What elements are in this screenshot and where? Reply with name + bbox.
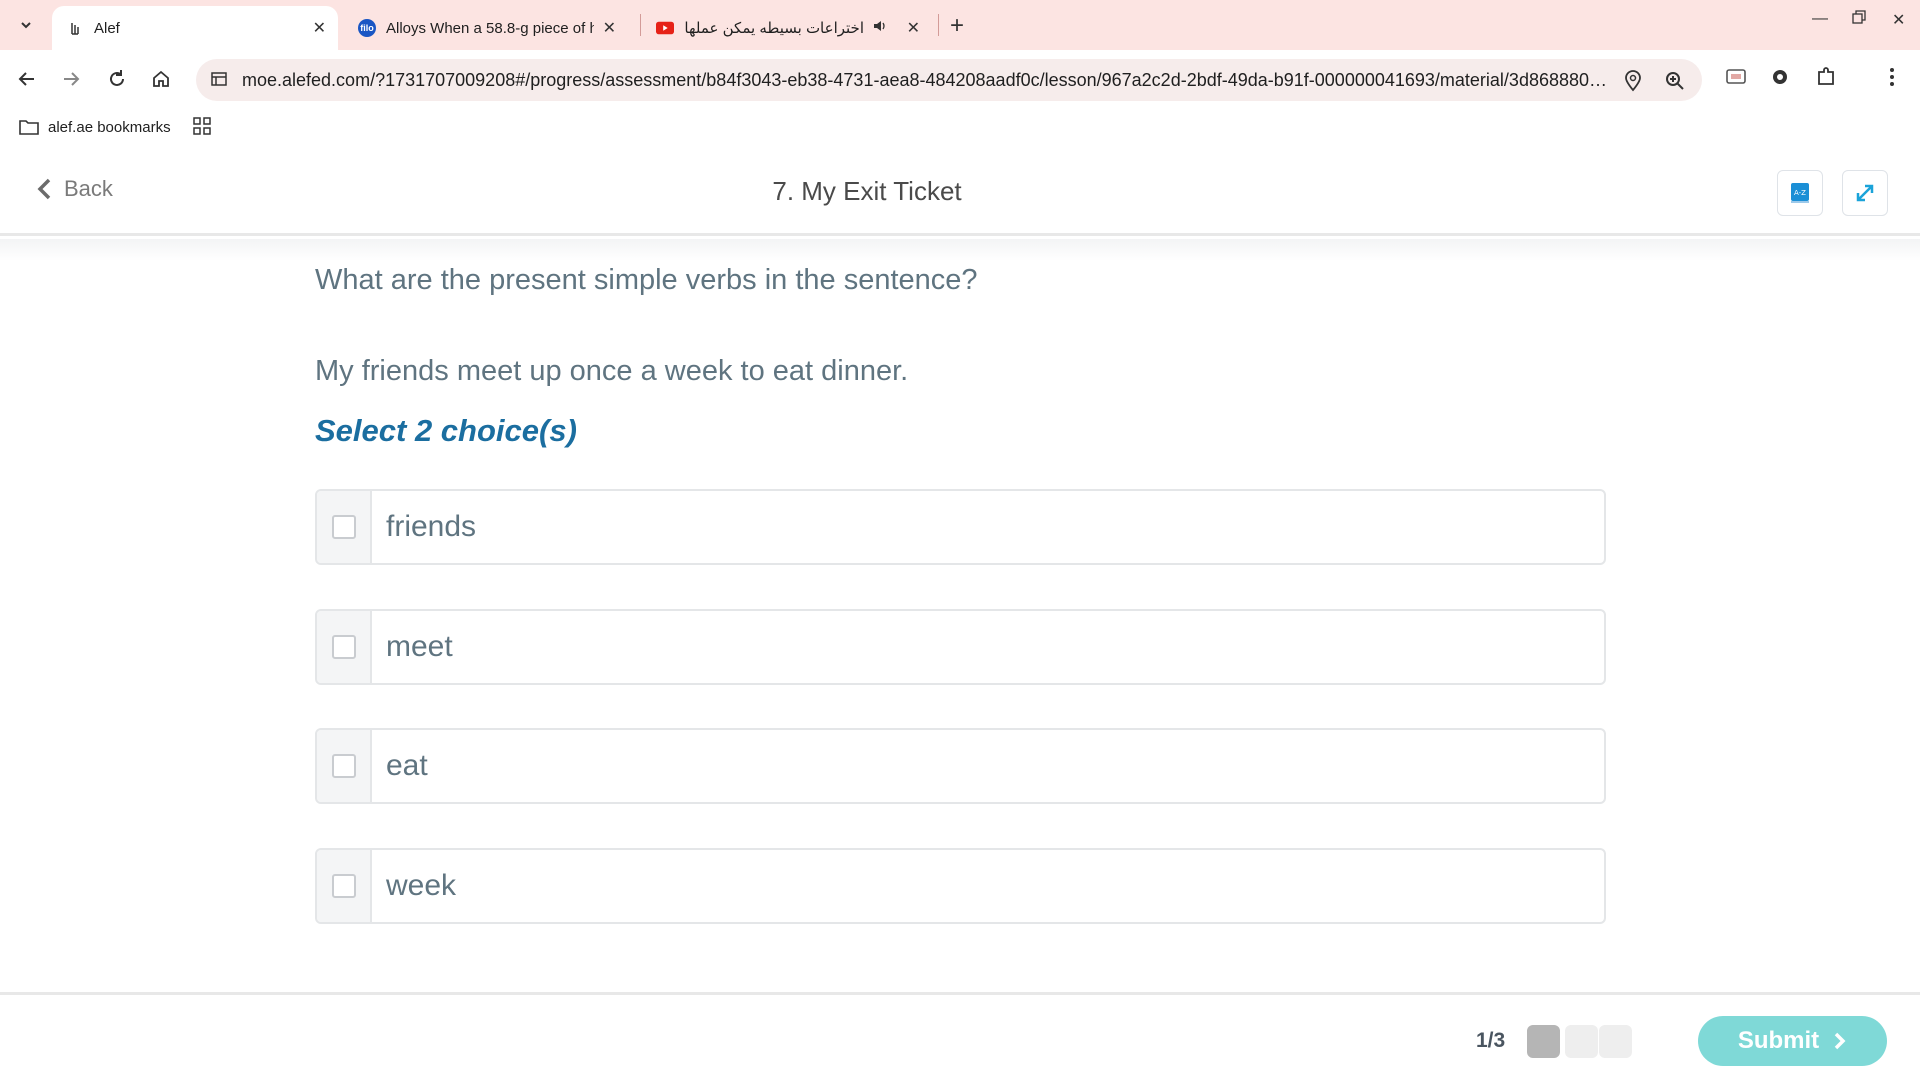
extensions-puzzle-icon[interactable] [1814, 65, 1838, 89]
restore-icon[interactable] [1852, 10, 1866, 29]
page-dot-3[interactable] [1599, 1025, 1632, 1058]
site-info-icon[interactable] [210, 70, 230, 90]
apps-grid-icon[interactable] [192, 116, 212, 141]
youtube-icon [656, 19, 674, 37]
menu-kebab-icon[interactable] [1880, 65, 1904, 89]
reload-icon[interactable] [104, 66, 130, 92]
close-tab-icon[interactable]: ✕ [907, 18, 920, 38]
choice-label: friends [386, 510, 477, 543]
tab-title: اختراعات بسيطه يمكن عملها في [684, 20, 864, 37]
filo-icon: filo [358, 19, 376, 37]
checkbox-cell [317, 730, 372, 802]
url-text: moe.alefed.com/?1731707009208#/progress/… [242, 69, 1612, 90]
tab-search-chevron-icon[interactable] [10, 9, 42, 41]
extension-gear-icon[interactable] [1768, 65, 1792, 89]
tab-title: Alloys When a 58.8-g piece of h [386, 19, 594, 37]
page-dot-1[interactable] [1527, 1025, 1560, 1058]
assessment-footer: 1/3 Submit [0, 992, 1920, 1080]
svg-text:A-Z: A-Z [1794, 189, 1806, 197]
progress-counter: 1/3 [1476, 1029, 1506, 1052]
choice-checkbox[interactable] [331, 754, 356, 778]
expand-arrows-icon [1856, 184, 1874, 202]
choice-checkbox[interactable] [331, 874, 356, 898]
forward-arrow-icon[interactable] [58, 66, 84, 92]
choice-label: meet [386, 630, 453, 663]
question-prompt: What are the present simple verbs in the… [315, 264, 978, 296]
bookmarks-bar: alef.ae bookmarks [0, 108, 1920, 150]
tab-filo[interactable]: filo Alloys When a 58.8-g piece of h ✕ [344, 6, 628, 50]
bookmark-folder-alef[interactable]: alef.ae bookmarks [18, 118, 171, 136]
fullscreen-button[interactable] [1842, 170, 1888, 216]
lesson-header: Back 7. My Exit Ticket A-Z [0, 150, 1920, 236]
folder-icon [19, 120, 39, 135]
chevron-right-icon [1834, 1032, 1846, 1050]
tab-alef[interactable]: Alef ✕ [52, 6, 338, 50]
choice-eat[interactable]: eat [315, 728, 1606, 804]
tab-separator [938, 14, 939, 36]
window-close-icon[interactable]: ✕ [1892, 10, 1905, 30]
location-pin-icon[interactable] [1622, 70, 1644, 92]
home-icon[interactable] [148, 66, 174, 92]
close-tab-icon[interactable]: ✕ [313, 18, 326, 38]
page-title: 7. My Exit Ticket [772, 176, 962, 206]
choice-meet[interactable]: meet [315, 609, 1606, 685]
new-tab-plus-icon[interactable]: + [950, 12, 964, 40]
tab-youtube[interactable]: اختراعات بسيطه يمكن عملها في ✕ [642, 6, 932, 50]
choice-week[interactable]: week [315, 848, 1606, 924]
cast-icon[interactable] [1724, 65, 1748, 89]
tab-title: Alef [94, 19, 120, 37]
glossary-button[interactable]: A-Z [1777, 170, 1823, 216]
submit-button[interactable]: Submit [1698, 1016, 1887, 1066]
checkbox-cell [317, 491, 372, 563]
choice-checkbox[interactable] [331, 635, 356, 659]
submit-label: Submit [1737, 1027, 1820, 1054]
checkbox-cell [317, 850, 372, 922]
select-instruction: Select 2 choice(s) [315, 413, 577, 448]
browser-toolbar: moe.alefed.com/?1731707009208#/progress/… [0, 50, 1920, 108]
browser-tab-strip: Alef ✕ filo Alloys When a 58.8-g piece o… [0, 0, 1920, 50]
page-dot-2[interactable] [1565, 1025, 1598, 1058]
address-bar[interactable]: moe.alefed.com/?1731707009208#/progress/… [196, 59, 1702, 101]
tab-separator [640, 14, 641, 36]
choice-label: week [386, 869, 457, 902]
question-sentence: My friends meet up once a week to eat di… [315, 355, 909, 387]
checkbox-cell [317, 611, 372, 683]
choice-checkbox[interactable] [331, 515, 356, 539]
alef-hand-icon [66, 19, 84, 37]
choice-label: eat [386, 749, 428, 782]
minimize-icon[interactable]: — [1812, 10, 1828, 28]
dictionary-az-icon: A-Z [1791, 183, 1809, 203]
choice-friends[interactable]: friends [315, 489, 1606, 565]
zoom-icon[interactable] [1664, 70, 1686, 92]
content-top-shade [0, 239, 1920, 261]
bookmark-label: alef.ae bookmarks [48, 118, 171, 136]
close-tab-icon[interactable]: ✕ [603, 18, 616, 38]
audio-playing-icon[interactable] [872, 18, 888, 38]
back-arrow-icon[interactable] [14, 66, 40, 92]
